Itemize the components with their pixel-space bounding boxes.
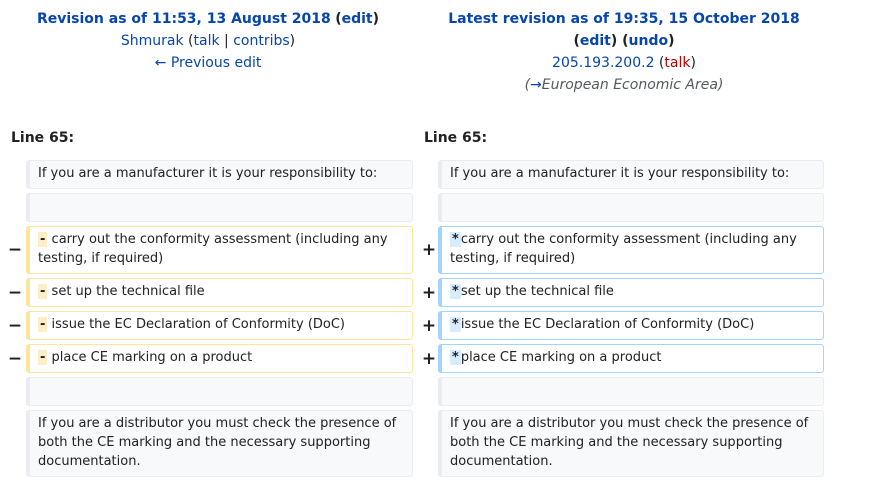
old-revision-header: Revision as of 11:53, 13 August 2018 (ed… — [36, 11, 380, 71]
removed-line-text: issue the EC Declaration of Conformity (… — [51, 317, 346, 332]
new-context-empty — [438, 193, 824, 222]
added-line: * set up the technical file — [438, 278, 824, 307]
removed-line-sign: − — [7, 316, 23, 336]
old-context-empty — [26, 193, 413, 222]
new-revision-header: Latest revision as of 19:35, 15 October … — [418, 8, 830, 96]
removed-line: - place CE marking on a product — [26, 344, 413, 373]
section-arrow-link[interactable]: → — [530, 77, 542, 93]
removed-line-sign: − — [7, 240, 23, 260]
user-link[interactable]: Shmurak — [121, 33, 184, 49]
added-line-text: carry out the conformity assessment (inc… — [450, 232, 797, 266]
removed-marker: - — [38, 317, 48, 332]
old-context-empty — [26, 377, 413, 406]
user-contribs-link[interactable]: contribs — [233, 33, 289, 49]
old-context-intro: If you are a manufacturer it is your res… — [26, 160, 413, 189]
previous-edit-link[interactable]: ← Previous edit — [155, 55, 262, 71]
added-marker: * — [450, 232, 461, 247]
old-revision-link[interactable]: Revision as of 11:53, 13 August 2018 — [37, 11, 331, 27]
new-context-empty — [438, 377, 824, 406]
removed-line-sign: − — [7, 349, 23, 369]
new-line-number: Line 65: — [424, 130, 488, 146]
removed-line-text: place CE marking on a product — [51, 350, 253, 365]
added-line: * carry out the conformity assessment (in… — [438, 226, 824, 274]
removed-line: - set up the technical file — [26, 278, 413, 307]
old-line-number: Line 65: — [11, 130, 75, 146]
removed-line-text: set up the technical file — [51, 284, 205, 299]
new-revision-link[interactable]: Latest revision as of 19:35, 15 October … — [448, 11, 800, 27]
added-line: * issue the EC Declaration of Conformity … — [438, 311, 824, 340]
removed-line-text: carry out the conformity assessment (inc… — [38, 232, 388, 266]
added-line-sign: + — [421, 283, 437, 303]
added-line-text: issue the EC Declaration of Conformity (… — [460, 317, 755, 332]
edit-summary: (→European Economic Area) — [524, 77, 724, 93]
undo-link[interactable]: undo — [629, 33, 669, 49]
removed-marker: - — [38, 350, 48, 365]
added-line-text: place CE marking on a product — [460, 350, 662, 365]
ip-talk-link[interactable]: talk — [664, 55, 690, 71]
added-line-sign: + — [421, 316, 437, 336]
section-name: European Economic Area — [541, 77, 718, 93]
removed-line: - issue the EC Declaration of Conformity… — [26, 311, 413, 340]
added-line-sign: + — [421, 240, 437, 260]
added-marker: * — [450, 350, 461, 365]
added-line-sign: + — [421, 349, 437, 369]
added-marker: * — [450, 284, 461, 299]
old-context-outro: If you are a distributor you must check … — [26, 410, 413, 477]
old-edit-link[interactable]: edit — [342, 11, 373, 27]
removed-line: - carry out the conformity assessment (i… — [26, 226, 413, 274]
added-marker: * — [450, 317, 461, 332]
removed-marker: - — [38, 284, 48, 299]
new-context-outro: If you are a distributor you must check … — [438, 410, 824, 477]
new-context-intro: If you are a manufacturer it is your res… — [438, 160, 824, 189]
removed-line-sign: − — [7, 283, 23, 303]
ip-link[interactable]: 205.193.200.2 — [552, 55, 654, 71]
new-edit-link[interactable]: edit — [580, 33, 611, 49]
added-line: * place CE marking on a product — [438, 344, 824, 373]
user-talk-link[interactable]: talk — [194, 33, 220, 49]
added-line-text: set up the technical file — [460, 284, 614, 299]
removed-marker: - — [38, 232, 48, 247]
